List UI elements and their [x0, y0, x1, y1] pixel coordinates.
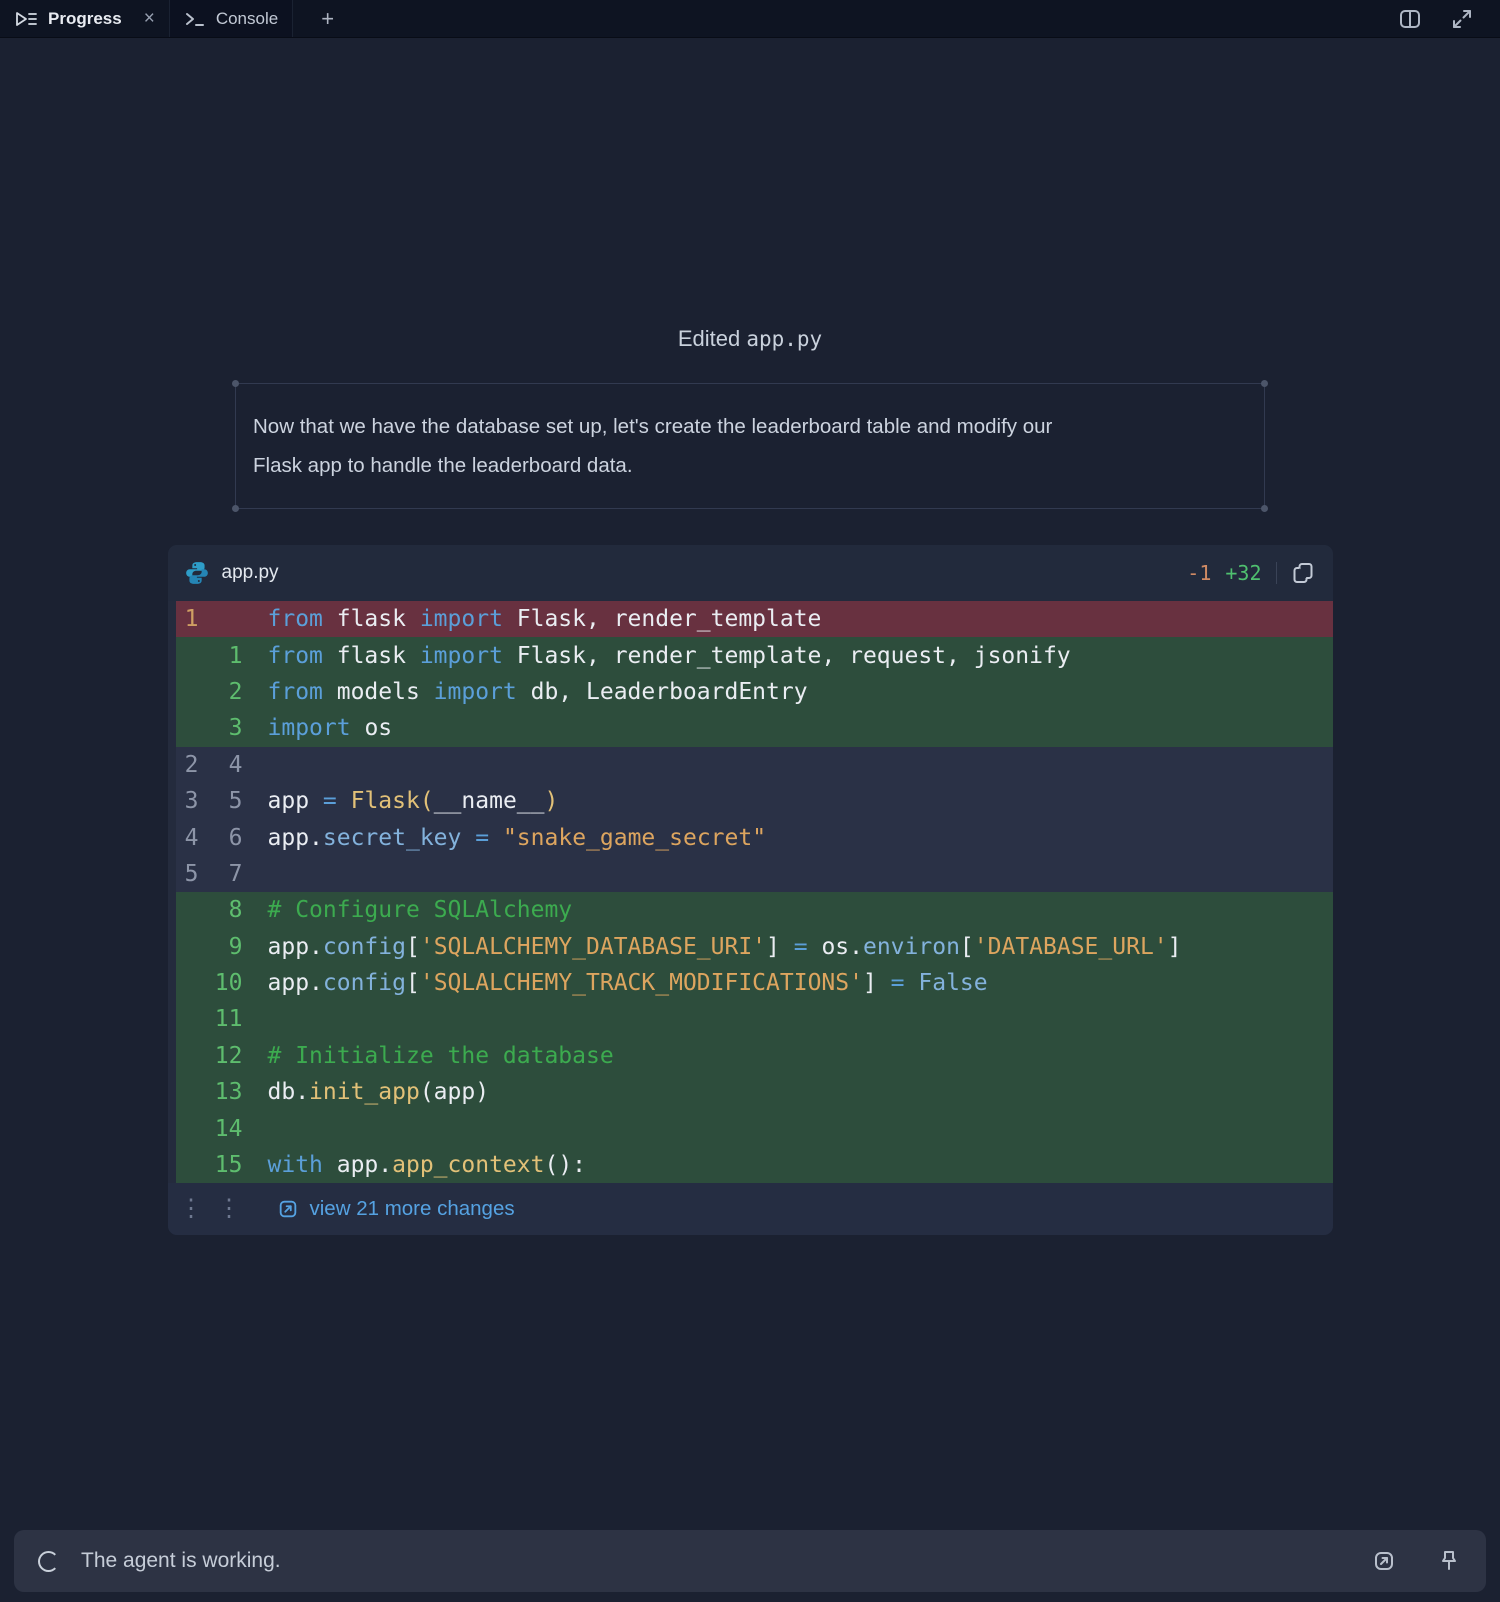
gutter-ellipsis-icon: ⋮ [207, 1197, 252, 1221]
step-title-filename: app.py [746, 327, 822, 351]
spinner-icon [38, 1551, 59, 1572]
agent-status-text: The agent is working. [81, 1549, 281, 1573]
window-controls [1398, 0, 1500, 37]
step-title-text: Edited [678, 326, 747, 351]
new-line-number: 1 [199, 643, 243, 669]
code-line: with app.app_context(): [243, 1152, 587, 1178]
code-line: app.config['SQLALCHEMY_DATABASE_URI'] = … [243, 934, 1182, 960]
code-line: app.secret_key = "snake_game_secret" [243, 825, 767, 851]
tab-console[interactable]: Console [170, 0, 293, 37]
view-more-changes-label: view 21 more changes [310, 1197, 515, 1221]
diff-rows: 1from flask import Flask, render_templat… [168, 601, 1333, 1183]
diff-row: 11 [168, 1001, 1333, 1037]
pin-icon[interactable] [1438, 1549, 1460, 1573]
old-line-number: 4 [176, 825, 199, 851]
diff-row: 1from flask import Flask, render_templat… [168, 637, 1333, 673]
diff-row: 8# Configure SQLAlchemy [168, 892, 1333, 928]
new-line-number: 14 [199, 1116, 243, 1142]
diff-filename: app.py [222, 562, 279, 584]
agent-message-quote: Now that we have the database set up, le… [235, 383, 1265, 509]
diff-card-header: app.py -1 +32 [168, 545, 1333, 601]
code-line: app.config['SQLALCHEMY_TRACK_MODIFICATIO… [243, 970, 988, 996]
progress-panel: Edited app.py Now that we have the datab… [0, 38, 1500, 1235]
code-line: db.init_app(app) [243, 1079, 490, 1105]
added-count: +32 [1225, 561, 1261, 585]
quote-corner-dot [232, 505, 239, 512]
code-line: # Configure SQLAlchemy [243, 897, 573, 923]
diff-row: 10app.config['SQLALCHEMY_TRACK_MODIFICAT… [168, 965, 1333, 1001]
tab-progress[interactable]: Progress × [0, 0, 170, 37]
code-line: from models import db, LeaderboardEntry [243, 679, 808, 705]
new-line-number: 5 [199, 788, 243, 814]
split-view-icon[interactable] [1398, 7, 1422, 31]
old-line-number: 2 [176, 752, 199, 778]
old-line-number: 3 [176, 788, 199, 814]
diff-row: 13db.init_app(app) [168, 1074, 1333, 1110]
diff-row: 24 [168, 747, 1333, 783]
progress-icon [14, 8, 38, 30]
tab-label: Console [216, 9, 278, 29]
new-line-number: 13 [199, 1079, 243, 1105]
new-tab-button[interactable]: + [303, 0, 352, 37]
expand-icon[interactable] [1450, 7, 1474, 31]
new-line-number: 9 [199, 934, 243, 960]
copy-icon[interactable] [1291, 561, 1315, 585]
close-tab-icon[interactable]: × [144, 8, 155, 30]
new-line-number: 6 [199, 825, 243, 851]
diff-row: 15with app.app_context(): [168, 1147, 1333, 1183]
diff-row: 12# Initialize the database [168, 1038, 1333, 1074]
python-icon [184, 560, 210, 586]
step-title: Edited app.py [0, 326, 1500, 352]
external-link-icon [277, 1198, 299, 1220]
quote-corner-dot [1261, 505, 1268, 512]
status-bar-actions [1372, 1549, 1460, 1573]
diff-row: 46app.secret_key = "snake_game_secret" [168, 819, 1333, 855]
gutter-ellipsis-icon: ⋮ [176, 1197, 207, 1221]
diff-row: 2from models import db, LeaderboardEntry [168, 674, 1333, 710]
new-line-number: 4 [199, 752, 243, 778]
new-line-number: 12 [199, 1043, 243, 1069]
new-line-number: 7 [199, 861, 243, 887]
tab-bar: Progress × Console + [0, 0, 1500, 38]
old-line-number: 1 [176, 606, 199, 632]
diff-row: 57 [168, 856, 1333, 892]
agent-status-bar: The agent is working. [14, 1530, 1486, 1592]
tab-label: Progress [48, 9, 122, 29]
diff-stats: -1 +32 [1187, 561, 1314, 585]
diff-footer: ⋮ ⋮ view 21 more changes [168, 1183, 1333, 1235]
diff-card: app.py -1 +32 1from flask import Flask, … [168, 545, 1333, 1235]
pop-out-icon[interactable] [1372, 1549, 1396, 1573]
code-line: from flask import Flask, render_template… [243, 643, 1071, 669]
code-line: import os [243, 715, 393, 741]
removed-count: -1 [1187, 561, 1211, 585]
view-more-changes-link[interactable]: view 21 more changes [277, 1197, 515, 1221]
diff-row: 3import os [168, 710, 1333, 746]
diff-row: 9app.config['SQLALCHEMY_DATABASE_URI'] =… [168, 929, 1333, 965]
quote-corner-dot [232, 380, 239, 387]
terminal-icon [184, 9, 206, 29]
code-line: from flask import Flask, render_template [243, 606, 822, 632]
new-line-number: 2 [199, 679, 243, 705]
code-line: app = Flask(__name__) [243, 788, 559, 814]
quote-line: Now that we have the database set up, le… [253, 407, 1244, 446]
code-line: # Initialize the database [243, 1043, 614, 1069]
new-line-number: 11 [199, 1006, 243, 1032]
old-line-number: 5 [176, 861, 199, 887]
diff-row: 35app = Flask(__name__) [168, 783, 1333, 819]
new-line-number: 3 [199, 715, 243, 741]
quote-line: Flask app to handle the leaderboard data… [253, 446, 1244, 485]
quote-corner-dot [1261, 380, 1268, 387]
divider [1276, 562, 1277, 584]
diff-row: 14 [168, 1110, 1333, 1146]
new-line-number: 10 [199, 970, 243, 996]
diff-row: 1 from flask import Flask, render_templat… [168, 601, 1333, 637]
new-line-number: 15 [199, 1152, 243, 1178]
new-line-number: 8 [199, 897, 243, 923]
